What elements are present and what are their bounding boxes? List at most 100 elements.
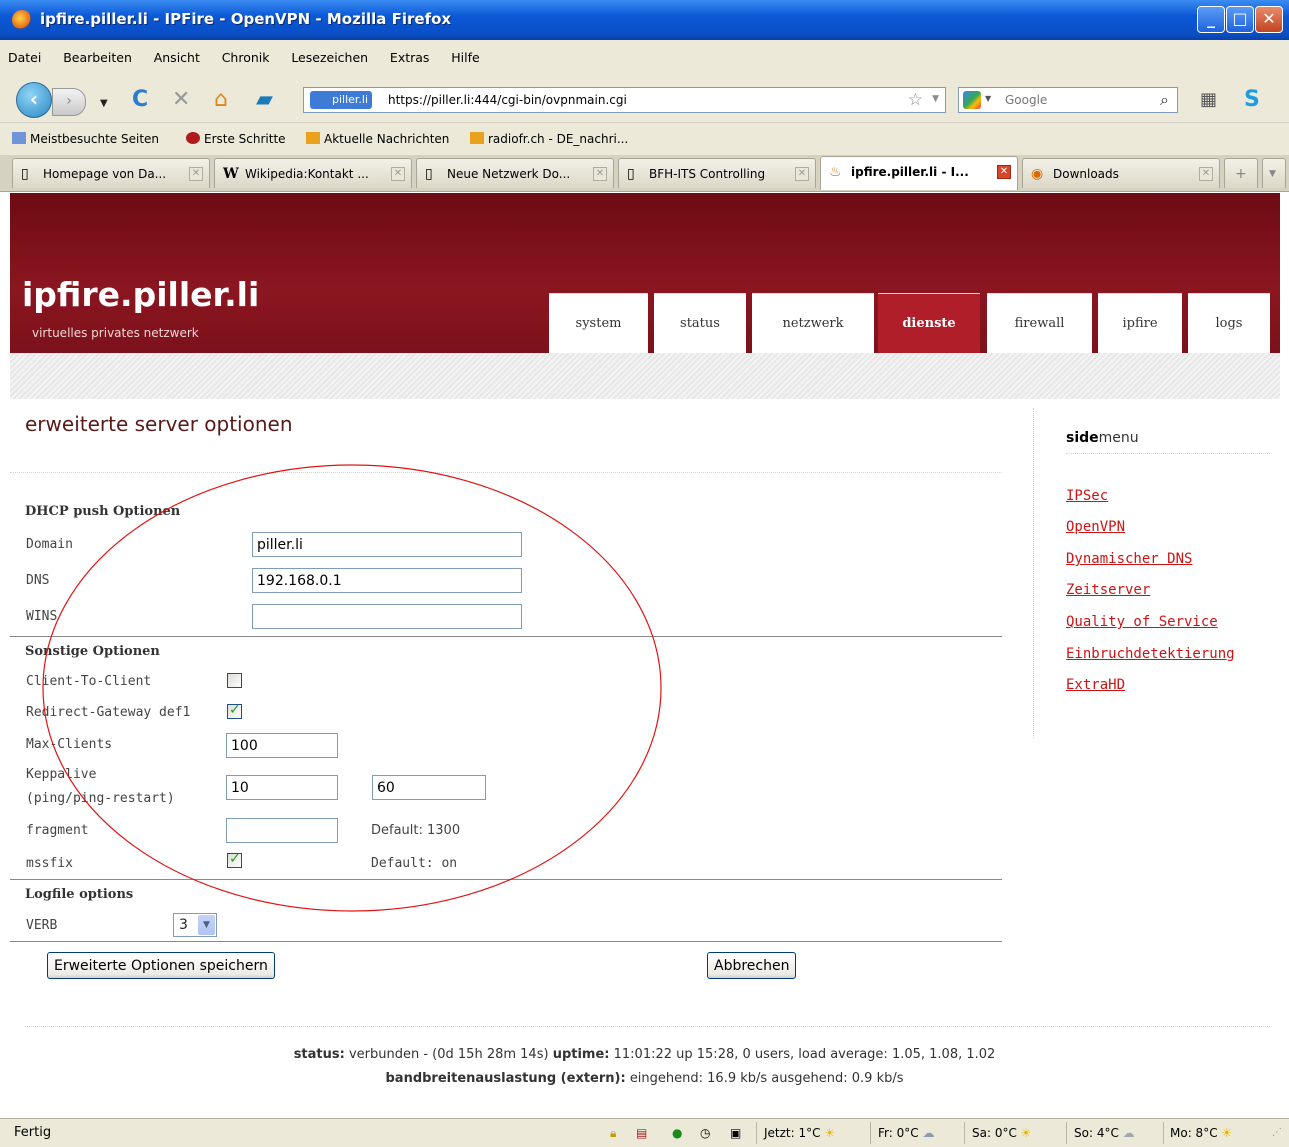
- resize-grip-icon[interactable]: ⋰: [1272, 1122, 1282, 1144]
- dns-field[interactable]: [252, 568, 522, 593]
- sidemenu-link-extrahd[interactable]: ExtraHD: [1066, 677, 1125, 693]
- url-dropdown-icon[interactable]: ▼: [932, 94, 939, 104]
- tab-close-icon[interactable]: ✕: [189, 167, 203, 181]
- stop-icon[interactable]: ✕: [172, 88, 190, 112]
- weather-so[interactable]: So: 4°C ☁: [1074, 1122, 1135, 1144]
- clock-icon[interactable]: ◷: [700, 1122, 710, 1144]
- cloud-icon: ☁: [1122, 1126, 1135, 1140]
- weather-fr[interactable]: Fr: 0°C ☁: [878, 1122, 934, 1144]
- search-engine-dropdown-icon[interactable]: ▼: [985, 94, 991, 103]
- bookmarks-toolbar: Meistbesuchte Seiten Erste Schritte Aktu…: [0, 122, 1289, 155]
- cancel-button[interactable]: Abbrechen: [707, 952, 797, 979]
- menu-hilfe[interactable]: Hilfe: [451, 50, 479, 65]
- rss-icon: [306, 132, 320, 144]
- home-icon[interactable]: ⌂: [214, 88, 228, 112]
- weather-sa[interactable]: Sa: 0°C ☀: [972, 1122, 1031, 1144]
- bookmark-erste-schritte[interactable]: Erste Schritte: [186, 132, 286, 146]
- minimize-button[interactable]: _: [1197, 6, 1225, 33]
- site-header: ipfire.piller.li virtuelles privates net…: [10, 193, 1280, 353]
- nav-netzwerk[interactable]: netzwerk: [752, 293, 874, 353]
- nav-firewall[interactable]: firewall: [987, 293, 1092, 353]
- tab-close-icon[interactable]: ✕: [997, 165, 1011, 179]
- save-options-button[interactable]: Erweiterte Optionen speichern: [47, 952, 275, 979]
- new-tab-button[interactable]: +: [1224, 158, 1258, 188]
- sidemenu-link-qos[interactable]: Quality of Service: [1066, 614, 1218, 630]
- tab-close-icon[interactable]: ✕: [795, 167, 809, 181]
- verb-select[interactable]: 3 ▼: [173, 913, 217, 937]
- chevron-down-icon[interactable]: ▼: [198, 915, 215, 935]
- lock-icon[interactable]: 🔒︎: [610, 1122, 616, 1144]
- nav-dienste[interactable]: dienste: [878, 293, 980, 353]
- tab-downloads[interactable]: ◉ Downloads ✕: [1022, 158, 1220, 188]
- sidemenu-link-zeitserver[interactable]: Zeitserver: [1066, 582, 1150, 598]
- domain-field[interactable]: [252, 532, 522, 557]
- tab-ipfire[interactable]: ♨ ipfire.piller.li - I... ✕: [820, 156, 1018, 190]
- weather-mo[interactable]: Mo: 8°C ☀: [1170, 1122, 1232, 1144]
- redirect-gateway-checkbox[interactable]: [227, 702, 242, 719]
- bookmark-meistbesuchte[interactable]: Meistbesuchte Seiten: [12, 132, 159, 146]
- fragment-field[interactable]: [226, 818, 338, 843]
- addon-icon[interactable]: ▤: [636, 1122, 647, 1144]
- tab-close-icon[interactable]: ✕: [593, 167, 607, 181]
- sidemenu-link-ipsec[interactable]: IPSec: [1066, 488, 1108, 504]
- url-bar[interactable]: piller.li https://piller.li:444/cgi-bin/…: [303, 87, 946, 113]
- history-dropdown-icon[interactable]: ▼: [100, 92, 108, 116]
- menu-ansicht[interactable]: Ansicht: [154, 50, 200, 65]
- bookmark-radiofr[interactable]: radiofr.ch - DE_nachri...: [470, 132, 628, 146]
- window-title: ipfire.piller.li - IPFire - OpenVPN - Mo…: [40, 10, 452, 28]
- sidemenu-link-dyndns[interactable]: Dynamischer DNS: [1066, 551, 1192, 567]
- sun-cloud-icon: ☀: [1221, 1126, 1233, 1140]
- back-button[interactable]: ‹: [16, 82, 52, 118]
- calendar-icon[interactable]: ▣: [730, 1122, 741, 1144]
- max-clients-field[interactable]: [226, 733, 338, 758]
- search-bar[interactable]: ▼ ⌕: [958, 87, 1178, 113]
- search-input[interactable]: [1003, 92, 1137, 108]
- window-titlebar: ipfire.piller.li - IPFire - OpenVPN - Mo…: [0, 0, 1289, 40]
- wins-label: WINS: [26, 609, 58, 624]
- menu-extras[interactable]: Extras: [390, 50, 430, 65]
- dhcp-heading: DHCP push Optionen: [25, 504, 181, 519]
- close-button[interactable]: ✕: [1255, 6, 1283, 33]
- sidemenu-link-ids[interactable]: Einbruchdetektierung: [1066, 646, 1235, 662]
- keepalive-ping-field[interactable]: [226, 775, 338, 800]
- nav-logs[interactable]: logs: [1188, 293, 1270, 353]
- tab-wikipedia[interactable]: W Wikipedia:Kontakt ... ✕: [214, 158, 412, 188]
- client-to-client-checkbox[interactable]: [227, 673, 242, 688]
- nav-ipfire[interactable]: ipfire: [1098, 293, 1182, 353]
- tab-close-icon[interactable]: ✕: [391, 167, 405, 181]
- tab-list-button[interactable]: ▼: [1262, 158, 1286, 188]
- keepalive-restart-field[interactable]: [372, 775, 486, 800]
- tab-neue-netzwerk[interactable]: ▯ Neue Netzwerk Do... ✕: [416, 158, 614, 188]
- sidemenu-link-openvpn[interactable]: OpenVPN: [1066, 519, 1125, 535]
- menu-chronik[interactable]: Chronik: [222, 50, 270, 65]
- bookmark-tool-icon[interactable]: ▰: [256, 88, 273, 112]
- nav-status[interactable]: status: [654, 293, 746, 353]
- mssfix-checkbox[interactable]: [227, 851, 242, 868]
- star-icon[interactable]: ☆: [908, 90, 923, 110]
- weather-now[interactable]: Jetzt: 1°C ☀: [764, 1122, 835, 1144]
- tab-bfh-controlling[interactable]: ▯ BFH-ITS Controlling ✕: [618, 158, 816, 188]
- menu-bearbeiten[interactable]: Bearbeiten: [63, 50, 132, 65]
- menu-datei[interactable]: Datei: [8, 50, 41, 65]
- forward-button[interactable]: ›: [52, 88, 86, 116]
- tab-close-icon[interactable]: ✕: [1199, 167, 1213, 181]
- search-icon[interactable]: ⌕: [1160, 90, 1169, 110]
- skype-icon[interactable]: S: [1244, 88, 1260, 112]
- nav-system[interactable]: system: [549, 293, 648, 353]
- site-identity-badge[interactable]: piller.li: [310, 91, 373, 109]
- max-clients-label: Max-Clients: [26, 737, 113, 752]
- header-stripe: [10, 353, 1280, 399]
- tab-homepage[interactable]: ▯ Homepage von Da... ✕: [12, 158, 210, 188]
- menu-bar: Datei Bearbeiten Ansicht Chronik Lesezei…: [0, 40, 1289, 76]
- downloads-icon: ◉: [1031, 166, 1044, 182]
- maximize-button[interactable]: □: [1226, 6, 1254, 33]
- google-icon[interactable]: [963, 91, 981, 109]
- firefox-icon: [12, 10, 32, 30]
- status-dot-icon[interactable]: ●: [672, 1122, 682, 1144]
- menu-lesezeichen[interactable]: Lesezeichen: [291, 50, 368, 65]
- redirect-gateway-label: Redirect-Gateway def1: [26, 705, 191, 720]
- grid-icon[interactable]: ▦: [1200, 88, 1217, 112]
- reload-icon[interactable]: C: [132, 88, 148, 112]
- wins-field[interactable]: [252, 604, 522, 629]
- bookmark-nachrichten[interactable]: Aktuelle Nachrichten: [306, 132, 449, 146]
